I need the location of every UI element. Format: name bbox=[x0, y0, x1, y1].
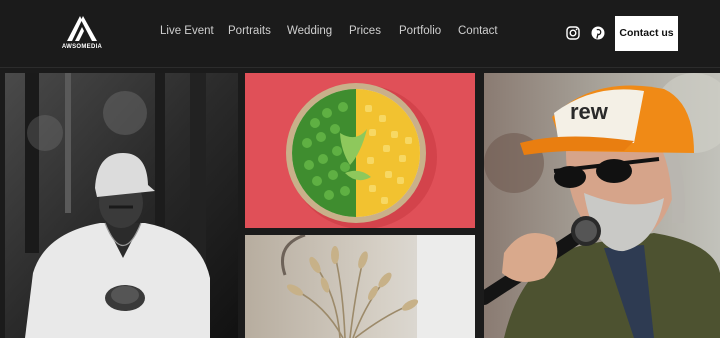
peas-corn-bowl-image bbox=[245, 73, 475, 228]
nav-portfolio[interactable]: Portfolio bbox=[399, 25, 441, 37]
site-header: AWSOMEDIA Live Event Portraits Wedding P… bbox=[0, 0, 720, 68]
nav-prices[interactable]: Prices bbox=[349, 25, 381, 37]
singer-microphone-image: rew bbox=[484, 73, 720, 338]
photo-dried-grass-vase[interactable] bbox=[245, 235, 475, 338]
photo-bw-portrait[interactable] bbox=[5, 73, 238, 338]
photo-peas-corn-bowl[interactable] bbox=[245, 73, 475, 228]
instagram-icon[interactable] bbox=[566, 26, 580, 40]
brand-logo[interactable]: AWSOMEDIA bbox=[60, 14, 104, 54]
nav-live-event[interactable]: Live Event bbox=[160, 25, 214, 37]
photo-singer-microphone[interactable]: rew bbox=[484, 73, 720, 338]
bw-portrait-image bbox=[5, 73, 238, 338]
dried-grass-vase-image bbox=[245, 235, 475, 338]
pinterest-icon[interactable] bbox=[591, 26, 605, 40]
nav-wedding[interactable]: Wedding bbox=[287, 25, 332, 37]
nav-portraits[interactable]: Portraits bbox=[228, 25, 271, 37]
svg-text:rew: rew bbox=[570, 99, 609, 124]
brand-name: AWSOMEDIA bbox=[61, 44, 103, 50]
contact-us-button[interactable]: Contact us bbox=[615, 16, 678, 51]
nav-contact[interactable]: Contact bbox=[458, 25, 498, 37]
logo-mark-icon bbox=[67, 16, 97, 41]
